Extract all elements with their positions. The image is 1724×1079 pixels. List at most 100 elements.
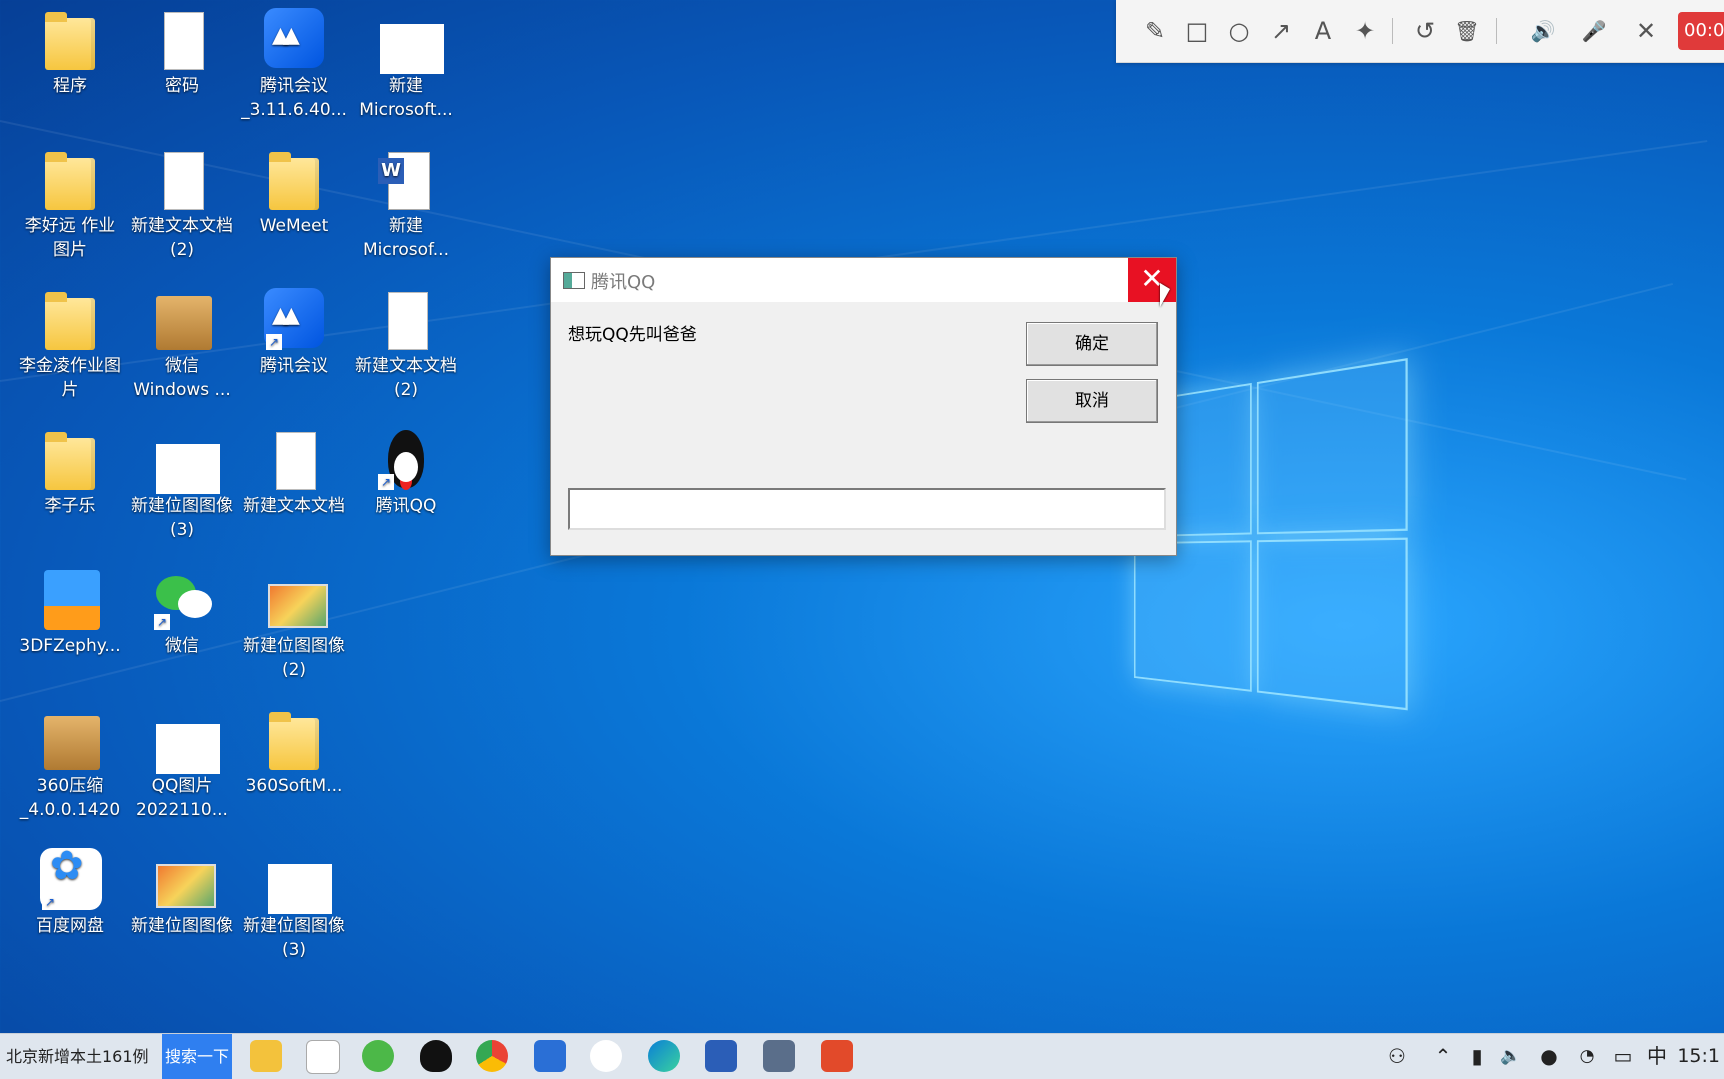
desktop-icon[interactable]: 新建文本文档: [238, 428, 350, 518]
desktop-icon[interactable]: ↗ 腾讯QQ: [350, 428, 462, 518]
edge-icon[interactable]: [648, 1040, 680, 1072]
shortcut-arrow-icon: ↗: [266, 334, 282, 350]
doc-icon: [376, 288, 436, 350]
desktop-icon-label: 新建文本文档: [243, 496, 345, 516]
text-icon[interactable]: A: [1306, 14, 1340, 48]
desktop-icon[interactable]: 360压缩 _4.0.0.1420: [14, 708, 126, 822]
notepad-icon[interactable]: [306, 1040, 340, 1074]
desktop-icon[interactable]: 新建 Microsoft...: [350, 8, 462, 122]
qq-ghost-icon[interactable]: [590, 1040, 622, 1072]
volume-icon[interactable]: 🔈: [1496, 1034, 1526, 1079]
taskbar-clock[interactable]: 15:1: [1677, 1034, 1720, 1079]
desktop-icon[interactable]: QQ图片 2022110...: [126, 708, 238, 822]
ime-indicator[interactable]: 中: [1642, 1034, 1672, 1079]
folder-icon: [40, 148, 100, 210]
annotation-toolbar: ✎ □ ○ ↗ A ✦ ↺ 🗑 🔊 🎤 ✕ 00:0: [1116, 0, 1724, 63]
store-icon[interactable]: [534, 1040, 566, 1072]
desktop-icon-label: 微信: [165, 636, 199, 656]
close-icon[interactable]: ✕: [1629, 14, 1663, 48]
desktop-icon[interactable]: 新建 Microsof...: [350, 148, 462, 262]
desktop-icon[interactable]: 腾讯会议 _3.11.6.40...: [238, 8, 350, 122]
desktop-icon[interactable]: 李金凌作业图 片: [14, 288, 126, 402]
desktop-icon-label: 360SoftM...: [245, 776, 343, 796]
dialog-titlebar[interactable]: 腾讯QQ ✕: [551, 258, 1176, 302]
chevron-up-icon[interactable]: ⌃: [1428, 1034, 1458, 1079]
folder-icon: [40, 8, 100, 70]
ok-button[interactable]: 确定: [1026, 322, 1158, 366]
microphone-icon[interactable]: 🎤: [1577, 14, 1611, 48]
circle-icon[interactable]: ○: [1222, 14, 1256, 48]
desktop-icon-label: 新建 Microsof...: [363, 216, 449, 260]
desktop-icon[interactable]: 李子乐: [14, 428, 126, 518]
desktop-icon[interactable]: 新建位图图像 (3): [126, 428, 238, 542]
speaker-icon[interactable]: 🔊: [1526, 14, 1560, 48]
shortcut-arrow-icon: ↗: [154, 614, 170, 630]
box-icon: [152, 288, 212, 350]
search-button[interactable]: 搜索一下: [162, 1034, 232, 1079]
people-icon[interactable]: ⚇: [1382, 1034, 1412, 1079]
rectangle-icon[interactable]: □: [1180, 14, 1214, 48]
paint-icon[interactable]: [821, 1040, 853, 1072]
doc-icon: [152, 8, 212, 70]
desktop-icon-label: 程序: [53, 76, 87, 96]
undo-icon[interactable]: ↺: [1408, 14, 1442, 48]
desktop-icon-label: 新建位图图像 (3): [243, 916, 345, 960]
record-timer[interactable]: 00:0: [1678, 12, 1724, 50]
ie-browser-icon[interactable]: [362, 1040, 394, 1072]
dialog-input[interactable]: [568, 488, 1166, 530]
desktop-icon[interactable]: 李好远 作业 图片: [14, 148, 126, 262]
img-icon: [264, 568, 328, 630]
desktop-icon[interactable]: 微信 Windows ...: [126, 288, 238, 402]
desktop-icon-label: 3DFZephy...: [19, 636, 121, 656]
doc-icon: [264, 428, 324, 490]
white-icon: [152, 708, 220, 774]
image-viewer-icon[interactable]: [763, 1040, 795, 1072]
desktop-icon[interactable]: 新建文本文档 (2): [126, 148, 238, 262]
microphone-tray-icon[interactable]: ▮: [1462, 1034, 1492, 1079]
desktop-icon-label: 腾讯会议: [260, 356, 328, 376]
arrow-icon[interactable]: ↗: [1264, 14, 1298, 48]
cancel-button[interactable]: 取消: [1026, 379, 1158, 423]
folder-icon: [264, 148, 324, 210]
desktop-icon[interactable]: 程序: [14, 8, 126, 98]
desktop-icon[interactable]: ↗ 微信: [126, 568, 238, 658]
wifi-icon[interactable]: ◔: [1572, 1034, 1602, 1079]
qq-tray-icon[interactable]: ●: [1534, 1034, 1564, 1079]
meet-icon: ↗: [264, 288, 324, 350]
qq-icon[interactable]: [420, 1040, 452, 1072]
desktop-icon[interactable]: 新建文本文档 (2): [350, 288, 462, 402]
word-icon: [376, 148, 436, 210]
taskbar: 北京新增本土161例 搜索一下 ⚇ ⌃ ▮ 🔈 ● ◔ ▭ 中 15:1: [0, 1033, 1724, 1079]
desktop-icon-label: 腾讯QQ: [375, 496, 437, 516]
chrome-icon[interactable]: [476, 1040, 508, 1072]
desktop-icon[interactable]: 新建位图图像: [126, 848, 238, 938]
mouse-cursor: [1160, 283, 1170, 307]
folder-icon: [264, 708, 324, 770]
folder-icon: [40, 288, 100, 350]
desktop-icon-label: QQ图片 2022110...: [136, 776, 228, 820]
toolbar-divider: [1496, 18, 1497, 44]
desktop-icon-label: 微信 Windows ...: [133, 356, 231, 400]
battery-icon[interactable]: ▭: [1608, 1034, 1638, 1079]
desktop-icon[interactable]: WeMeet: [238, 148, 350, 238]
file-explorer-icon[interactable]: [250, 1040, 282, 1072]
shortcut-arrow-icon: ↗: [42, 894, 58, 910]
desktop-icon[interactable]: ↗ 腾讯会议: [238, 288, 350, 378]
magic-wand-icon[interactable]: ✦: [1348, 14, 1382, 48]
news-ticker[interactable]: 北京新增本土161例: [0, 1034, 162, 1079]
desktop-icon[interactable]: ↗ 百度网盘: [14, 848, 126, 938]
desktop-icon-label: 360压缩 _4.0.0.1420: [19, 776, 121, 820]
trash-icon[interactable]: 🗑: [1450, 14, 1484, 48]
desktop-icon[interactable]: 密码: [126, 8, 238, 98]
desktop-icon-label: 李子乐: [44, 496, 96, 516]
desktop-icon[interactable]: 3DFZephy...: [14, 568, 126, 658]
shortcut-arrow-icon: ↗: [378, 474, 394, 490]
word-icon[interactable]: [705, 1040, 737, 1072]
desktop-icon[interactable]: 新建位图图像 (3): [238, 848, 350, 962]
zip-icon: [40, 568, 100, 630]
desktop-icon-label: 百度网盘: [36, 916, 104, 936]
pencil-icon[interactable]: ✎: [1138, 14, 1172, 48]
desktop-icon[interactable]: 新建位图图像 (2): [238, 568, 350, 682]
wechat-icon: ↗: [152, 568, 212, 630]
desktop-icon[interactable]: 360SoftM...: [238, 708, 350, 798]
